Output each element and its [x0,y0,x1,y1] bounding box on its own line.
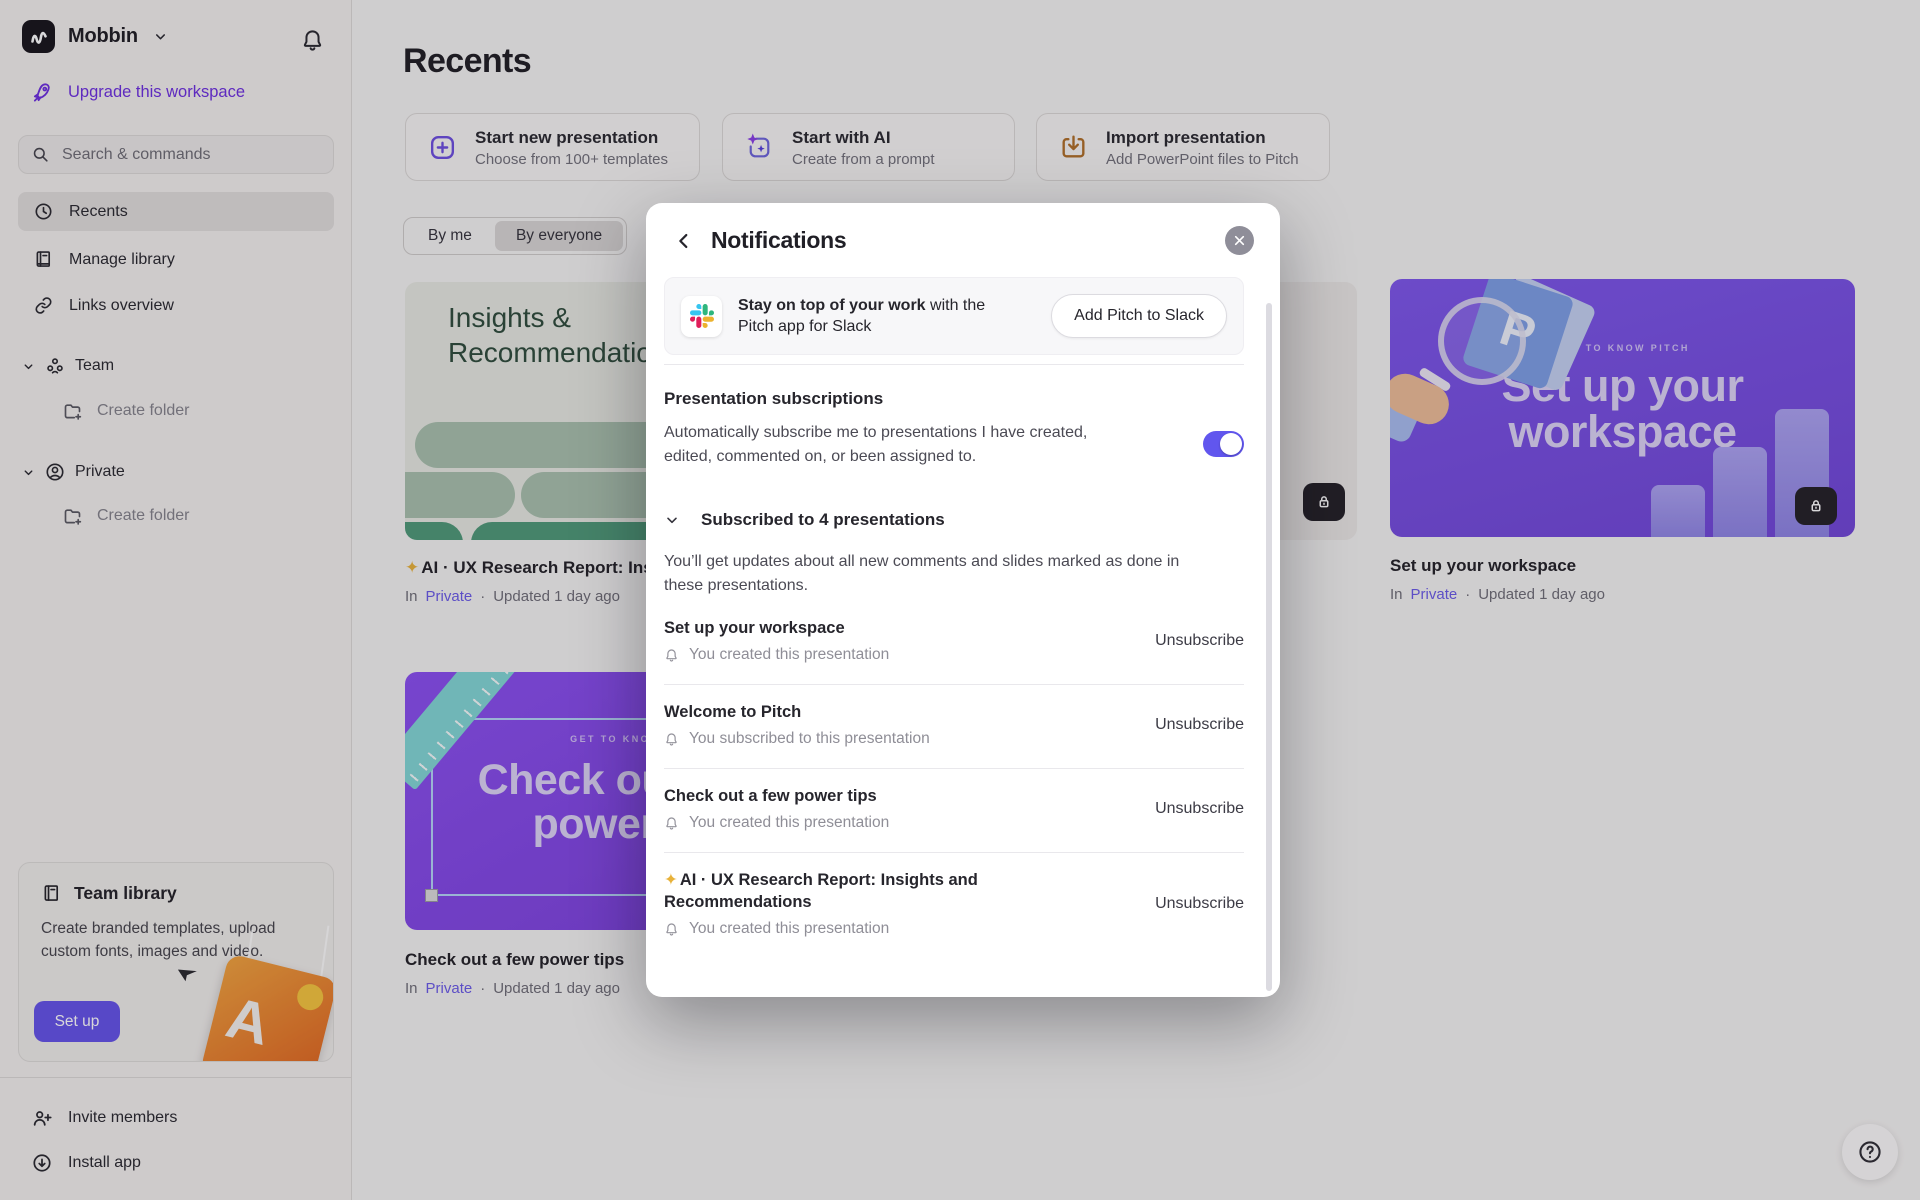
subscription-note: You created this presentation [689,814,889,832]
bell-small-icon [664,732,679,747]
slack-icon [681,296,722,337]
subscribed-description: You’ll get updates about all new comment… [664,550,1209,597]
sparkle-icon: ✦ [664,871,678,889]
bell-small-icon [664,648,679,663]
subscriptions-description: Automatically subscribe me to presentati… [664,421,1136,468]
subscription-note: You subscribed to this presentation [689,730,930,748]
subscription-title: Check out a few power tips [664,785,889,807]
modal-scrollbar[interactable] [1266,303,1272,991]
close-icon[interactable] [1225,226,1254,255]
subscription-title: Welcome to Pitch [664,701,930,723]
subscription-title: ✦AI · UX Research Report: Insights and R… [664,869,994,913]
unsubscribe-button[interactable]: Unsubscribe [1155,716,1244,734]
unsubscribe-button[interactable]: Unsubscribe [1155,895,1244,913]
bell-small-icon [664,816,679,831]
chevron-down-icon [664,512,680,528]
subscription-note: You created this presentation [689,646,889,664]
subscribed-section-header[interactable]: Subscribed to 4 presentations [664,510,1244,530]
subscription-row: Check out a few power tips You created t… [664,769,1244,853]
unsubscribe-button[interactable]: Unsubscribe [1155,800,1244,818]
subscription-list: Set up your workspace You created this p… [664,601,1244,958]
subscription-row: Set up your workspace You created this p… [664,601,1244,685]
subscription-title: Set up your workspace [664,617,889,639]
divider [664,364,1244,365]
subscriptions-heading: Presentation subscriptions [664,389,1244,409]
subscription-note: You created this presentation [689,920,889,938]
bell-small-icon [664,922,679,937]
slack-banner-text: Stay on top of your work with the Pitch … [738,295,1038,337]
add-pitch-to-slack-button[interactable]: Add Pitch to Slack [1051,294,1227,338]
modal-title: Notifications [711,227,846,254]
subscribed-heading: Subscribed to 4 presentations [701,510,945,530]
back-icon[interactable] [672,229,696,253]
notifications-modal: Notifications Stay on top of your work w… [646,203,1280,997]
auto-subscribe-toggle[interactable] [1203,431,1244,457]
subscription-row: Welcome to Pitch You subscribed to this … [664,685,1244,769]
unsubscribe-button[interactable]: Unsubscribe [1155,632,1244,650]
slack-banner: Stay on top of your work with the Pitch … [664,277,1244,355]
subscription-row: ✦AI · UX Research Report: Insights and R… [664,853,1244,958]
